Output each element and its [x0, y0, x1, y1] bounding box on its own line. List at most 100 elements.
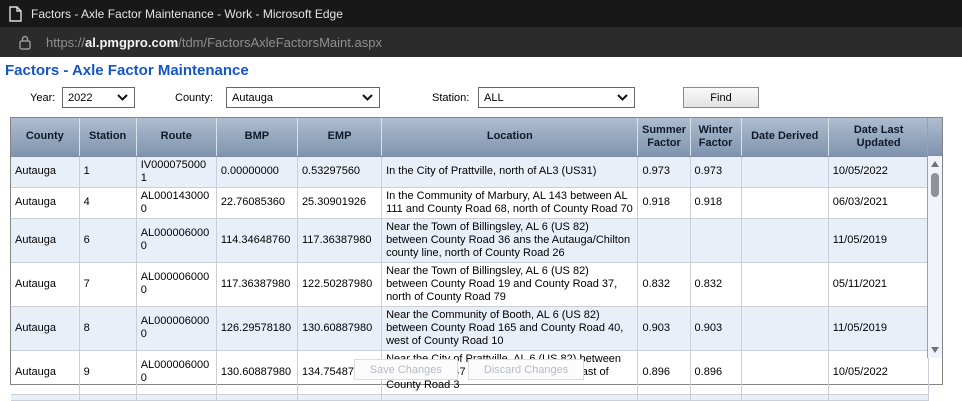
column-header: Station [78, 118, 137, 157]
cell [297, 394, 383, 401]
window-titlebar[interactable]: Factors - Axle Factor Maintenance - Work… [0, 0, 962, 27]
column-header: BMP [215, 118, 298, 157]
cell [741, 262, 829, 307]
scrollbar-thumb[interactable] [931, 173, 939, 197]
cell: 8 [79, 306, 137, 351]
cell: 117.36387980 [297, 218, 383, 263]
url-path: /tdm/FactorsAxleFactorsMaint.aspx [178, 34, 382, 50]
cell: 122.50287980 [297, 262, 383, 307]
year-select[interactable]: 2022 [62, 87, 135, 108]
table-row: Autauga 7 AL0000060000 117.36387980 122.5028… [11, 262, 930, 307]
page-url[interactable]: https://al.pmgpro.com/tdm/FactorsAxleFac… [46, 35, 382, 50]
table-row: Autauga 4 AL0001430000 22.76085360 25.309019… [11, 187, 930, 219]
cell: Near the Town of Billingsley, AL 6 (US 8… [381, 262, 639, 307]
window-title: Factors - Axle Factor Maintenance - Work… [31, 6, 343, 21]
grid-scrollbar[interactable] [927, 118, 942, 358]
cell [11, 394, 80, 401]
table-header-row: County Station Route BMP EMP Location Summer F… [11, 118, 929, 157]
cell: AL0000060000 [136, 218, 217, 263]
cell: 0.903 [637, 306, 691, 351]
column-header: Date Last Updated [827, 118, 929, 157]
cell: In the Community of Marbury, AL 143 betw… [381, 187, 639, 219]
table-row: Autauga 6 AL0000060000 114.34648760 117.3638… [11, 218, 930, 263]
cell: Near the Town of Billingsley, AL 6 (US 8… [381, 218, 639, 263]
cell: 117.36387980 [216, 262, 298, 307]
cell [828, 394, 930, 401]
cell: 1 [79, 156, 137, 188]
cell [637, 218, 691, 263]
cell: In the City of Prattville, north of AL3 … [381, 156, 639, 188]
column-header: Location [381, 118, 638, 157]
cell: 0.973 [690, 156, 742, 188]
scroll-down-icon[interactable] [931, 347, 939, 353]
cell: 06/03/2021 [828, 187, 930, 219]
table-row: Autauga 1 IV0000750001 0.00000000 0.53297560… [11, 156, 930, 188]
filter-bar: Year: 2022 County: Autauga Station: ALL … [0, 87, 962, 111]
action-buttons: Save Changes Discard Changes [11, 359, 927, 380]
cell: 126.29578180 [216, 306, 298, 351]
lock-icon[interactable] [19, 35, 31, 50]
cell: 0.53297560 [297, 156, 383, 188]
chevron-down-icon [117, 94, 128, 101]
cell: 6 [79, 218, 137, 263]
url-domain: al.pmgpro.com [85, 34, 179, 50]
cell [741, 187, 829, 219]
cell [216, 394, 298, 401]
cell: 0.832 [690, 262, 742, 307]
discard-changes-button[interactable]: Discard Changes [467, 359, 585, 380]
cell: Autauga [11, 187, 80, 219]
cell [690, 218, 742, 263]
page-title: Factors - Axle Factor Maintenance [5, 62, 249, 79]
column-header: EMP [296, 118, 382, 157]
cell: 0.918 [637, 187, 691, 219]
station-select[interactable]: ALL [478, 87, 635, 108]
url-scheme: https:// [46, 34, 86, 50]
factors-grid: County Station Route BMP EMP Location Summer F… [10, 117, 943, 401]
year-select-value: 2022 [68, 91, 93, 104]
cell: 0.832 [637, 262, 691, 307]
cell: 0.973 [637, 156, 691, 188]
cell: 05/11/2021 [828, 262, 930, 307]
station-label: Station: [432, 92, 470, 104]
scroll-up-icon[interactable] [931, 161, 939, 167]
cell: 10/05/2022 [828, 156, 930, 188]
column-header: Summer Factor [637, 118, 691, 157]
column-header: Winter Factor [689, 118, 742, 157]
county-select-value: Autauga [232, 91, 273, 104]
cell: 130.60887980 [297, 306, 383, 351]
cell: Autauga [11, 218, 80, 263]
chevron-down-icon [362, 94, 373, 101]
chevron-down-icon [617, 94, 628, 101]
cell [741, 394, 829, 401]
cell: 7 [79, 262, 137, 307]
county-label: County: [175, 92, 213, 104]
column-header: Date Derived [740, 118, 829, 157]
cell: 114.34648760 [216, 218, 298, 263]
cell: AL0000060000 [136, 306, 217, 351]
cell: 0.00000000 [216, 156, 298, 188]
cell: Near the Community of Booth, AL 6 (US 82… [381, 306, 639, 351]
column-header: Route [135, 118, 217, 157]
cell: AL0001430000 [136, 187, 217, 219]
cell: 22.76085360 [216, 187, 298, 219]
find-button[interactable]: Find [683, 87, 759, 108]
cell: AL0000060000 [136, 262, 217, 307]
page-content: Factors - Axle Factor Maintenance Year: … [0, 57, 962, 401]
cell: IV0000750001 [136, 156, 217, 188]
cell: Autauga [11, 306, 80, 351]
cell [741, 306, 829, 351]
cell: 11/05/2019 [828, 306, 930, 351]
station-select-value: ALL [484, 91, 504, 104]
cell: Autauga [11, 262, 80, 307]
column-header: County [11, 118, 80, 157]
county-select[interactable]: Autauga [226, 87, 380, 108]
cell [637, 394, 691, 401]
cell: 0.918 [690, 187, 742, 219]
scrollbar-track[interactable] [928, 156, 942, 358]
cell: 11/05/2019 [828, 218, 930, 263]
cell: 0.903 [690, 306, 742, 351]
save-changes-button[interactable]: Save Changes [353, 359, 458, 380]
cell: 4 [79, 187, 137, 219]
address-bar[interactable]: https://al.pmgpro.com/tdm/FactorsAxleFac… [0, 27, 962, 57]
cell [690, 394, 742, 401]
